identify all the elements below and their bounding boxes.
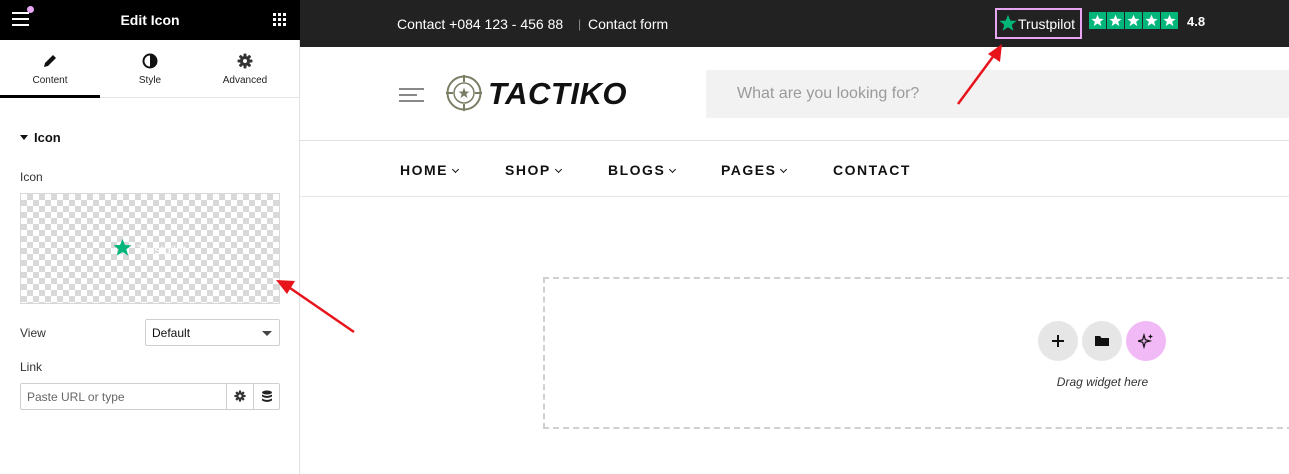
nav-item-label: BLOGS bbox=[608, 162, 666, 178]
dynamic-tags-button[interactable] bbox=[253, 384, 280, 409]
link-field-label: Link bbox=[20, 360, 43, 374]
logo-target-icon bbox=[446, 75, 482, 111]
rating-score: 4.8 bbox=[1187, 14, 1206, 29]
gear-icon bbox=[234, 390, 246, 402]
star-icon bbox=[1143, 12, 1160, 29]
plus-icon bbox=[1052, 335, 1064, 347]
sparkle-icon bbox=[1138, 333, 1153, 349]
nav-item-label: SHOP bbox=[505, 162, 551, 178]
nav-item-label: CONTACT bbox=[833, 162, 911, 178]
star-icon bbox=[1125, 12, 1142, 29]
view-select[interactable]: Default bbox=[145, 319, 280, 346]
half-circle-icon bbox=[142, 53, 158, 69]
link-input[interactable] bbox=[21, 384, 225, 409]
ai-generate-button[interactable] bbox=[1126, 321, 1166, 361]
nav-item-blogs[interactable]: BLOGS bbox=[608, 162, 677, 178]
view-select-value: Default bbox=[152, 326, 191, 340]
nav-item-label: HOME bbox=[400, 162, 448, 178]
link-field bbox=[20, 383, 280, 410]
site-header: TACTIKO bbox=[300, 47, 1289, 141]
trustpilot-logo[interactable]: Trustpilot bbox=[995, 8, 1082, 39]
chevron-down-icon bbox=[780, 165, 788, 174]
nav-item-shop[interactable]: SHOP bbox=[505, 162, 562, 178]
tab-advanced[interactable]: Advanced bbox=[195, 40, 295, 97]
site-topbar: Contact +084 123 - 456 88 | Contact form… bbox=[300, 0, 1289, 47]
icon-picker[interactable]: Trustpilot bbox=[20, 193, 280, 304]
section-title-label: Icon bbox=[34, 130, 61, 145]
topbar-separator: | bbox=[578, 17, 582, 31]
contact-phone[interactable]: Contact +084 123 - 456 88 bbox=[397, 16, 563, 32]
tab-style[interactable]: Style bbox=[100, 40, 200, 97]
widget-dropzone: Drag widget here bbox=[543, 277, 1289, 429]
hamburger-menu-icon[interactable] bbox=[399, 88, 424, 102]
editor-panel: Edit Icon Content Style Advanced Icon Ic… bbox=[0, 0, 300, 474]
nav-item-home[interactable]: HOME bbox=[400, 162, 460, 178]
view-field-label: View bbox=[20, 326, 46, 340]
trustpilot-label: Trustpilot bbox=[1018, 16, 1076, 32]
folder-icon bbox=[1095, 336, 1109, 346]
caret-down-icon bbox=[20, 135, 28, 140]
icon-ghost-text: Trustpilot bbox=[137, 243, 186, 257]
add-template-button[interactable] bbox=[1082, 321, 1122, 361]
star-icon bbox=[1161, 12, 1178, 29]
panel-header: Edit Icon bbox=[0, 0, 300, 40]
chevron-down-icon bbox=[262, 331, 272, 336]
chevron-down-icon bbox=[669, 165, 677, 174]
chevron-down-icon bbox=[554, 165, 562, 174]
chevron-down-icon bbox=[451, 165, 460, 174]
star-icon bbox=[1107, 12, 1124, 29]
tab-advanced-label: Advanced bbox=[222, 75, 268, 86]
section-toggle-icon[interactable]: Icon bbox=[20, 130, 61, 145]
widgets-grid-icon[interactable] bbox=[273, 13, 286, 26]
star-icon bbox=[999, 14, 1017, 31]
tab-content[interactable]: Content bbox=[0, 40, 100, 98]
drag-widget-hint: Drag widget here bbox=[1056, 375, 1149, 389]
nav-item-pages[interactable]: PAGES bbox=[721, 162, 788, 178]
nav-item-label: PAGES bbox=[721, 162, 777, 178]
main-nav: HOME SHOP BLOGS PAGES CONTACT bbox=[300, 141, 1289, 197]
add-section-button[interactable] bbox=[1038, 321, 1078, 361]
star-icon bbox=[1089, 12, 1106, 29]
tab-style-label: Style bbox=[138, 75, 162, 86]
database-icon bbox=[262, 390, 272, 402]
gear-icon bbox=[237, 53, 253, 69]
search-input[interactable] bbox=[706, 70, 1289, 118]
star-icon bbox=[113, 238, 132, 256]
tab-content-label: Content bbox=[32, 75, 68, 86]
panel-tabs: Content Style Advanced bbox=[0, 40, 300, 98]
panel-title: Edit Icon bbox=[120, 12, 180, 28]
nav-item-contact[interactable]: CONTACT bbox=[833, 162, 911, 178]
site-logo[interactable]: TACTIKO bbox=[488, 76, 627, 112]
icon-field-label: Icon bbox=[20, 170, 43, 184]
pencil-icon bbox=[44, 55, 56, 67]
link-options-button[interactable] bbox=[226, 384, 253, 409]
contact-form-link[interactable]: Contact form bbox=[588, 16, 668, 32]
